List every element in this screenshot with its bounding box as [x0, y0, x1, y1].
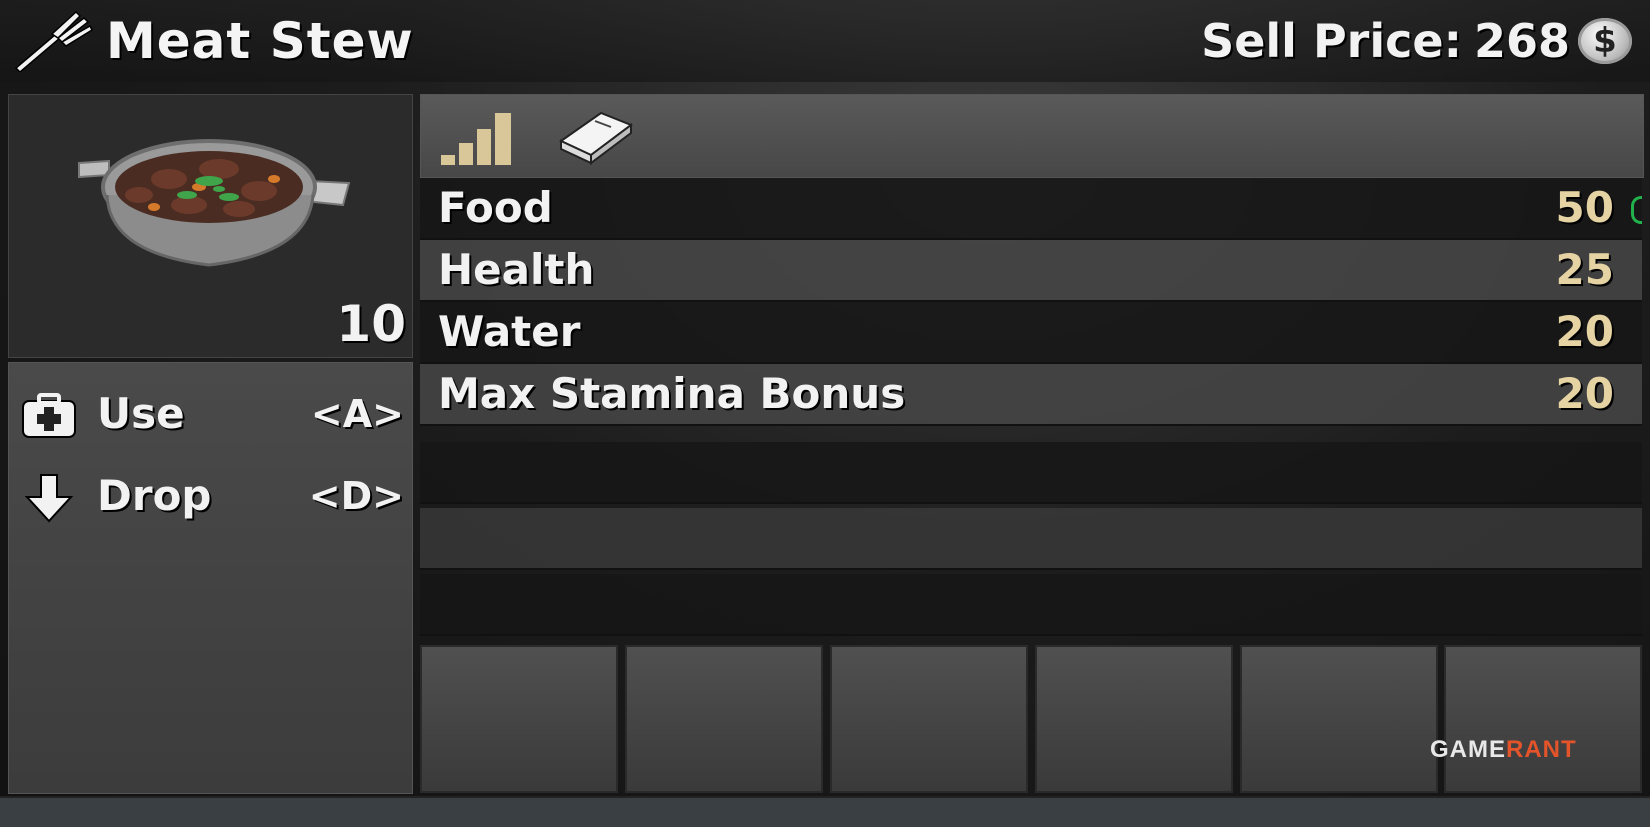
- ingredient-slot[interactable]: [1240, 645, 1438, 793]
- stat-value: 25: [1555, 245, 1614, 294]
- item-count: 10: [336, 295, 406, 353]
- drop-label: Drop: [97, 471, 212, 520]
- item-preview-panel: 10: [8, 94, 413, 358]
- ingredient-slot[interactable]: [1035, 645, 1233, 793]
- coin-icon: $: [1578, 18, 1632, 64]
- drop-hotkey: <D>: [308, 474, 404, 518]
- sell-price: Sell Price: 268 $: [1201, 6, 1632, 76]
- stat-name: Food: [438, 183, 553, 232]
- stat-row-empty: [420, 574, 1642, 636]
- action-panel: Use <A> Drop <D>: [8, 362, 413, 794]
- bottom-bar: [0, 796, 1650, 827]
- drop-action[interactable]: Drop <D>: [9, 461, 412, 531]
- book-icon[interactable]: [551, 107, 635, 167]
- info-tabs: [420, 94, 1644, 178]
- stat-row-health: Health 25: [420, 240, 1642, 302]
- stat-row-empty: [420, 508, 1642, 570]
- item-title: Meat Stew: [106, 12, 414, 70]
- arrow-down-icon: [24, 474, 74, 523]
- use-label: Use: [97, 389, 185, 438]
- stat-value: 20: [1555, 307, 1614, 356]
- ingredient-slot[interactable]: [420, 645, 618, 793]
- stat-value: 20: [1555, 369, 1614, 418]
- meat-stew-image: [78, 139, 351, 267]
- stat-row-water: Water 20: [420, 302, 1642, 364]
- ingredient-slots: [420, 645, 1642, 793]
- ingredient-slot[interactable]: [625, 645, 823, 793]
- stat-name: Health: [438, 245, 595, 294]
- use-hotkey: <A>: [310, 392, 404, 436]
- watermark-game: GAME: [1430, 736, 1506, 763]
- stat-name: Max Stamina Bonus: [438, 369, 906, 418]
- item-header: Meat Stew Sell Price: 268 $: [0, 0, 1650, 82]
- ingredient-slot[interactable]: [830, 645, 1028, 793]
- watermark-rant: RANT: [1506, 736, 1577, 763]
- stat-value: 50: [1555, 183, 1614, 232]
- gamerant-watermark: GAMERANT: [1430, 736, 1577, 764]
- sell-price-label: Sell Price:: [1201, 14, 1462, 68]
- use-action[interactable]: Use <A>: [9, 379, 412, 449]
- stat-row-food: Food 50: [420, 178, 1642, 240]
- stat-name: Water: [438, 307, 581, 356]
- stat-indicator: [1631, 196, 1642, 224]
- signal-bars-icon[interactable]: [439, 105, 519, 167]
- stat-row-empty: [420, 442, 1642, 504]
- medkit-icon: [22, 393, 76, 438]
- sell-price-value: 268: [1473, 14, 1570, 68]
- stat-row-stamina: Max Stamina Bonus 20: [420, 364, 1642, 426]
- ingredient-slot[interactable]: [1444, 645, 1642, 793]
- fork-icon: [14, 10, 93, 72]
